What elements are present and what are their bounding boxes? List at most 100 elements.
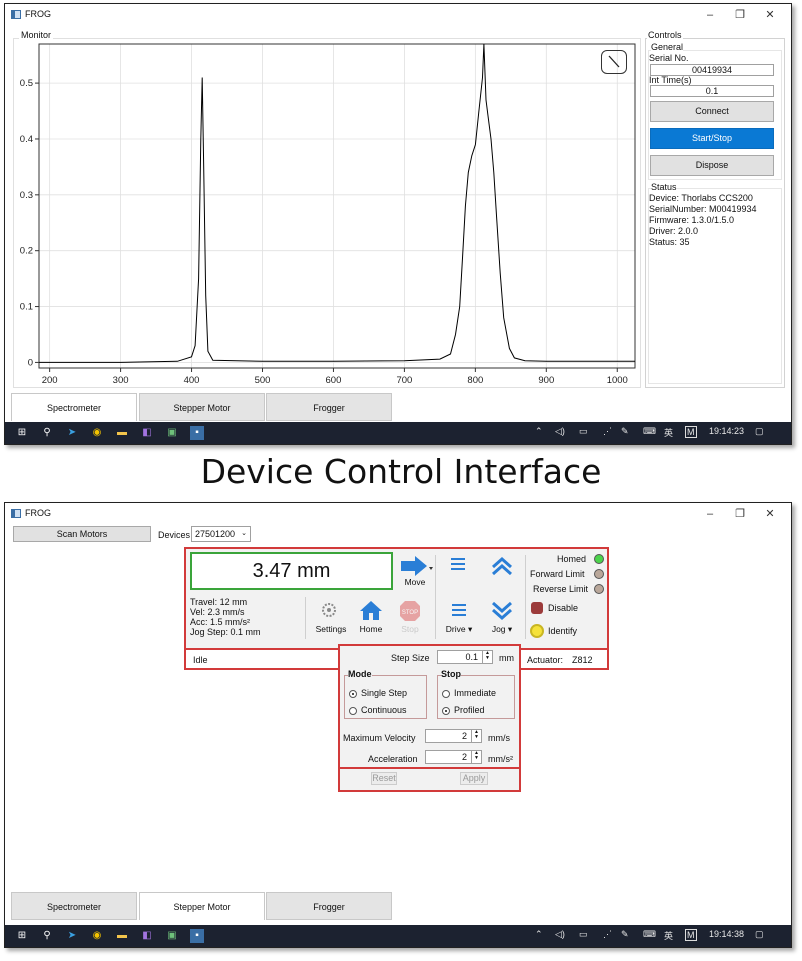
chrome-icon[interactable]: ◉ <box>90 929 104 943</box>
autoscale-button[interactable] <box>601 50 627 74</box>
drive-button[interactable]: Drive ▾ <box>437 599 481 639</box>
windows-start-icon[interactable]: ⊞ <box>15 929 29 943</box>
disable-icon <box>531 602 543 614</box>
acceleration-input[interactable]: 2 ▲ ▼ <box>425 750 482 764</box>
velocity-info: Vel: 2.3 mm/s <box>190 607 245 617</box>
chrome-icon[interactable]: ◉ <box>90 426 104 440</box>
move-button[interactable]: Move <box>397 555 433 589</box>
mode-single-step-label: Single Step <box>361 688 408 698</box>
connect-button[interactable]: Connect <box>650 101 774 122</box>
close-button[interactable]: ✕ <box>755 6 785 24</box>
tab-spectrometer[interactable]: Spectrometer <box>11 393 137 421</box>
stop-immediate-radio[interactable]: Immediate <box>442 688 496 698</box>
maximize-button[interactable]: ❐ <box>725 505 755 523</box>
drive-up-icon[interactable] <box>443 555 473 575</box>
clock[interactable]: 19:14:38 <box>709 929 744 939</box>
notification-icon[interactable]: ▢ <box>755 426 764 437</box>
jog-down-icon <box>492 601 512 621</box>
status-device: Device: Thorlabs CCS200 <box>649 193 753 203</box>
y-tick-label: 0.4 <box>20 134 33 145</box>
identify-button[interactable]: Identify <box>529 624 589 640</box>
network-icon[interactable]: ⋰ <box>603 929 612 940</box>
battery-icon[interactable]: ▭ <box>579 929 588 940</box>
max-velocity-input[interactable]: 2 ▲ ▼ <box>425 729 482 743</box>
frog-app-icon[interactable]: ▪ <box>190 426 204 440</box>
pen-icon[interactable]: ✎ <box>621 929 629 940</box>
spinner-arrows-icon[interactable]: ▲ ▼ <box>471 751 481 763</box>
clock[interactable]: 19:14:23 <box>709 426 744 436</box>
tab-stepper-motor[interactable]: Stepper Motor <box>139 892 265 920</box>
keyboard-icon[interactable]: ⌨ <box>643 426 656 437</box>
notification-icon[interactable]: ▢ <box>755 929 764 940</box>
network-icon[interactable]: ⋰ <box>603 426 612 437</box>
devices-select[interactable]: 27501200 ⌄ <box>191 526 251 542</box>
minimize-button[interactable]: – <box>695 6 725 24</box>
tab-frogger[interactable]: Frogger <box>266 892 392 920</box>
battery-icon[interactable]: ▭ <box>579 426 588 437</box>
stop-profiled-radio[interactable]: Profiled <box>442 705 485 715</box>
volume-icon[interactable]: ◁) <box>555 426 565 437</box>
radio-empty-icon <box>442 689 450 698</box>
stop-button[interactable]: STOP Stop <box>388 599 432 639</box>
frog-app-icon[interactable]: ▪ <box>190 929 204 943</box>
reset-button[interactable]: Reset <box>371 772 397 785</box>
dispose-button[interactable]: Dispose <box>650 155 774 176</box>
image-viewer-icon[interactable]: ▣ <box>165 426 179 440</box>
actuator-value: Z812 <box>572 655 593 665</box>
jog-label: Jog ▾ <box>491 624 513 634</box>
ime-indicator[interactable]: 英 <box>664 929 673 942</box>
search-icon[interactable]: ⚲ <box>40 426 54 440</box>
keyboard-icon[interactable]: ⌨ <box>643 929 656 940</box>
windows-start-icon[interactable]: ⊞ <box>15 426 29 440</box>
visual-studio-icon[interactable]: ◧ <box>140 929 154 943</box>
spinner-arrows-icon[interactable]: ▲ ▼ <box>471 730 481 742</box>
mode-single-step-radio[interactable]: Single Step <box>349 688 407 698</box>
start-stop-button[interactable]: Start/Stop <box>650 128 774 149</box>
ime-mode-indicator[interactable]: M <box>685 426 697 438</box>
home-label: Home <box>359 624 383 634</box>
volume-icon[interactable]: ◁) <box>555 929 565 940</box>
close-button[interactable]: ✕ <box>755 505 785 523</box>
devices-value: 27501200 <box>195 529 236 539</box>
settings-button[interactable]: Settings <box>309 599 353 639</box>
disable-button[interactable]: Disable <box>529 602 589 616</box>
x-tick-label: 1000 <box>607 375 628 386</box>
app-icon <box>11 509 21 518</box>
maximize-button[interactable]: ❐ <box>725 6 755 24</box>
tray-chevron-icon[interactable]: ⌃ <box>535 426 543 437</box>
drive-down-icon <box>452 604 466 616</box>
ime-mode-indicator[interactable]: M <box>685 929 697 941</box>
window-title: FROG <box>25 9 51 19</box>
tab-spectrometer[interactable]: Spectrometer <box>11 892 137 920</box>
chevron-down-icon: ⌄ <box>241 530 247 537</box>
scan-motors-button[interactable]: Scan Motors <box>13 526 151 542</box>
tray-chevron-icon[interactable]: ⌃ <box>535 929 543 940</box>
homed-label: Homed <box>557 554 587 564</box>
pen-icon[interactable]: ✎ <box>621 426 629 437</box>
mode-continuous-radio[interactable]: Continuous <box>349 705 407 715</box>
telegram-icon[interactable]: ➤ <box>65 426 79 440</box>
spinner-arrows-icon[interactable]: ▲ ▼ <box>482 651 492 663</box>
jog-up-icon[interactable] <box>487 555 517 577</box>
folder-icon[interactable]: ▬ <box>115 426 129 440</box>
stop-immediate-label: Immediate <box>454 688 497 698</box>
search-icon[interactable]: ⚲ <box>40 929 54 943</box>
image-viewer-icon[interactable]: ▣ <box>165 929 179 943</box>
spectrum-chart[interactable]: 200 300 400 500 600 700 800 900 1000 0 0.1 0.2 0.3 0.… <box>15 40 640 388</box>
visual-studio-icon[interactable]: ◧ <box>140 426 154 440</box>
tab-stepper-motor[interactable]: Stepper Motor <box>139 393 265 421</box>
folder-icon[interactable]: ▬ <box>115 929 129 943</box>
actuator-label: Actuator: <box>527 655 564 665</box>
apply-button[interactable]: Apply <box>460 772 488 785</box>
minimize-button[interactable]: – <box>695 505 725 523</box>
mode-continuous-label: Continuous <box>361 705 407 715</box>
ime-indicator[interactable]: 英 <box>664 426 673 439</box>
telegram-icon[interactable]: ➤ <box>65 929 79 943</box>
step-size-input[interactable]: 0.1 ▲ ▼ <box>437 650 493 664</box>
tab-frogger[interactable]: Frogger <box>266 393 392 421</box>
home-button[interactable]: Home <box>349 599 393 639</box>
jog-button[interactable]: Jog ▾ <box>480 599 524 639</box>
int-time-input[interactable]: 0.1 <box>650 85 774 97</box>
taskbar: ⊞ ⚲ ➤ ◉ ▬ ◧ ▣ ▪ ⌃ ◁) ▭ ⋰ ✎ ⌨ 英 M 19:14:3… <box>5 925 791 947</box>
svg-text:STOP: STOP <box>402 610 418 616</box>
